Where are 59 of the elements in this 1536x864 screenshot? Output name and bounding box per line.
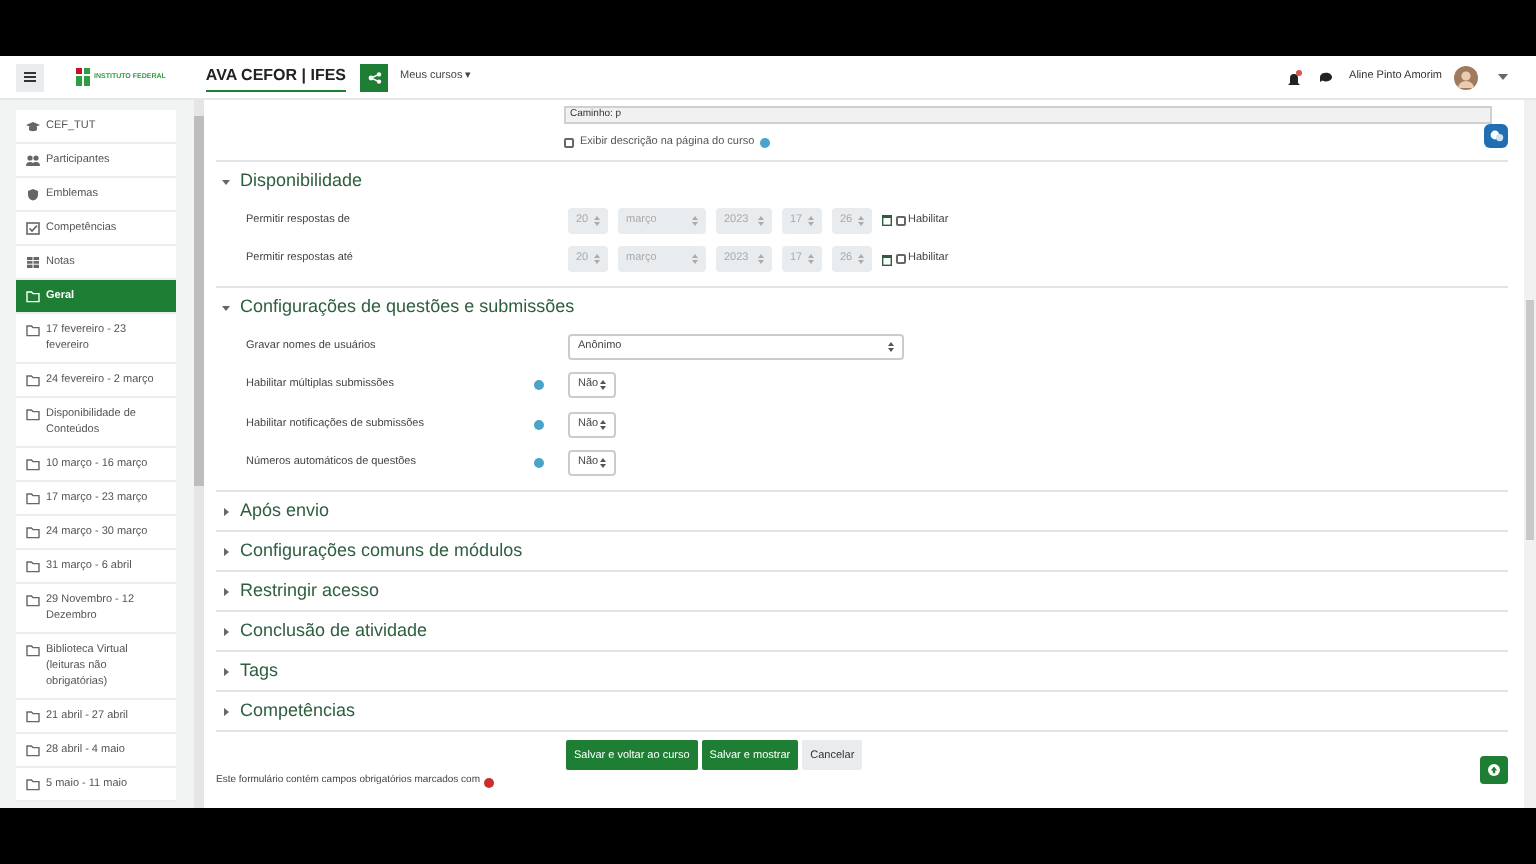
folder-icon	[26, 743, 40, 757]
sort-arrows-icon	[808, 215, 814, 225]
required-icon	[484, 777, 494, 787]
chat-button[interactable]	[1484, 124, 1508, 149]
sort-arrows-icon	[808, 254, 814, 264]
sort-arrows-icon	[858, 254, 864, 264]
logo-icon	[76, 68, 90, 86]
folder-icon	[26, 373, 40, 387]
calendar-icon	[882, 214, 892, 226]
checkbox-icon	[26, 221, 40, 235]
avatar-icon	[1454, 65, 1478, 89]
menu-button[interactable]	[16, 63, 44, 91]
sort-arrows-icon	[758, 215, 764, 225]
folder-icon	[26, 559, 40, 573]
section-heading[interactable]: Configurações de questões e submissões	[240, 294, 575, 321]
section-heading[interactable]: Restringir acesso	[240, 578, 380, 605]
sort-arrows-icon	[600, 419, 606, 429]
help-icon	[760, 137, 771, 148]
section-heading[interactable]: Disponibilidade	[240, 168, 363, 195]
section-heading[interactable]: Tags	[240, 658, 279, 685]
sort-arrows-icon	[858, 215, 864, 225]
checkbox[interactable]	[564, 137, 574, 148]
folder-icon	[26, 777, 40, 791]
section-heading[interactable]: Configurações comuns de módulos	[240, 538, 523, 565]
back-to-top-button[interactable]	[1480, 756, 1508, 784]
sort-arrows-icon	[600, 458, 606, 468]
sort-arrows-icon	[758, 254, 764, 264]
shield-icon	[26, 187, 40, 201]
site-name-link[interactable]: AVA CEFOR | IFES	[205, 63, 347, 91]
folder-icon	[26, 491, 40, 505]
sort-arrows-icon	[692, 215, 698, 225]
folder-icon	[26, 709, 40, 723]
folder-icon	[26, 593, 40, 607]
table-icon	[26, 255, 40, 269]
section-heading[interactable]: Após envio	[240, 498, 330, 525]
sort-arrows-icon	[594, 215, 600, 225]
sort-arrows-icon	[600, 380, 606, 390]
chat-bubbles-icon	[1489, 130, 1503, 143]
share-icon	[367, 71, 382, 83]
chat-icon	[1319, 72, 1332, 82]
sort-arrows-icon	[692, 254, 698, 264]
menu-icon	[24, 72, 36, 82]
share-button[interactable]	[360, 63, 389, 91]
folder-icon	[26, 643, 40, 657]
section-heading[interactable]: Competências	[240, 698, 356, 725]
folder-icon	[26, 289, 40, 303]
arrow-up-icon	[1488, 764, 1500, 776]
calendar-icon	[882, 253, 892, 265]
graduation-cap-icon	[26, 119, 40, 133]
caret-icon	[1498, 74, 1508, 80]
section-heading[interactable]: Conclusão de atividade	[240, 618, 428, 645]
folder-icon	[26, 323, 40, 337]
folder-icon	[26, 407, 40, 421]
folder-icon	[26, 525, 40, 539]
folder-icon	[26, 457, 40, 471]
sort-arrows-icon	[888, 341, 894, 351]
sort-arrows-icon	[594, 254, 600, 264]
people-icon	[26, 153, 40, 167]
bell-icon	[1287, 71, 1300, 85]
